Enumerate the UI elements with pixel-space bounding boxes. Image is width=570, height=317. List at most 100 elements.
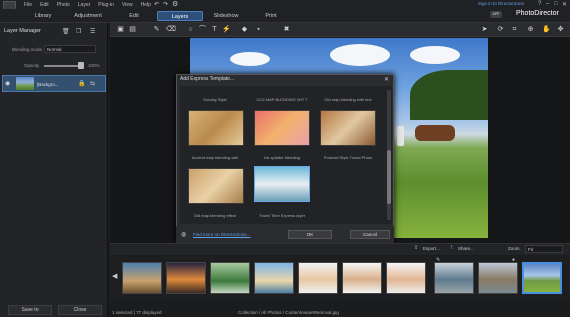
selection-status: 1 selected | 77 displayed	[112, 310, 162, 315]
tab-layers[interactable]: Layers	[157, 11, 203, 21]
template-old-map-text[interactable]	[254, 110, 310, 146]
fill-icon[interactable]: ◆	[240, 26, 249, 34]
template-caption: Old map blending effect	[193, 213, 237, 218]
layer-options-icon[interactable]: ☰	[90, 28, 95, 35]
undo-icon[interactable]: ↶	[154, 1, 159, 8]
ok-button[interactable]: OK	[288, 230, 332, 239]
file-path: Collection / All Photos / ContentAwareRe…	[238, 310, 339, 315]
filmstrip-toolbar	[110, 243, 570, 255]
layer-manager-title: Layer Manager	[4, 28, 41, 34]
template-sunday-style[interactable]	[188, 110, 244, 146]
filmstrip-thumb[interactable]	[210, 262, 250, 294]
blend-link-icon[interactable]: ⇆	[90, 80, 95, 87]
export-button[interactable]: Export...	[423, 246, 440, 251]
template-caption: Ink splatter blending	[264, 155, 300, 160]
layer-toolbar: ▣ ▤ ✎ ⌫ ○ ⌒ T ⚡ ◆ ▪ ✖ ➤ ⟳ ⌗ ⊕ ✋ ✥	[110, 23, 570, 37]
scroll-left-icon[interactable]: ◀	[112, 272, 117, 280]
hand-icon[interactable]: ✋	[542, 26, 551, 34]
dialog-title: Add Express Template...	[180, 76, 235, 82]
horse	[415, 125, 455, 141]
signin-link[interactable]: Sign in to DirectorZone	[478, 1, 524, 6]
brush-icon[interactable]: ✎	[152, 26, 161, 34]
gradient-icon[interactable]: ▪	[254, 26, 263, 34]
select-arrow-icon[interactable]: ➤	[480, 26, 489, 34]
template-polaroid-map[interactable]	[320, 110, 376, 146]
menu-layer[interactable]: Layer	[78, 2, 91, 8]
add-layer-icon[interactable]: ▤	[128, 26, 137, 34]
filmstrip-thumb[interactable]	[166, 262, 206, 294]
layer-name: [Backgro...	[37, 82, 59, 87]
minimize-button[interactable]: –	[546, 1, 549, 7]
cloud	[230, 52, 270, 66]
opacity-label: Opacity	[24, 63, 40, 68]
tab-slideshow[interactable]: Slideshow	[211, 11, 241, 21]
edited-icon: ●	[512, 257, 516, 263]
maximize-button[interactable]: □	[554, 1, 558, 7]
opacity-value: 100%	[88, 63, 100, 68]
text-icon[interactable]: T	[210, 26, 219, 34]
ellipse-icon[interactable]: ○	[186, 26, 195, 34]
help-icon[interactable]: ?	[538, 1, 541, 7]
template-caption: Sunday Style	[203, 97, 227, 102]
person	[397, 126, 404, 146]
settings-icon[interactable]: ⚙	[172, 0, 178, 8]
menu-edit[interactable]: Edit	[40, 2, 49, 8]
directorzone-icon: ◍	[181, 232, 187, 238]
crop-icon[interactable]: ⌗	[510, 26, 519, 34]
template-caption: Ancient map blending with	[191, 155, 239, 160]
menu-view[interactable]: View	[122, 2, 133, 8]
trash-icon[interactable]: 🗑	[62, 28, 70, 35]
filmstrip-thumb-selected[interactable]	[522, 262, 562, 294]
template-ancient-map[interactable]	[188, 168, 244, 204]
blending-mode-select[interactable]: Normal	[44, 45, 96, 53]
tab-adjustment[interactable]: Adjustment	[72, 11, 104, 21]
mode-tabs: Library Adjustment Edit Layers Slideshow…	[0, 9, 570, 23]
duplicate-icon[interactable]: ❐	[76, 28, 81, 35]
lasso-icon[interactable]: ⌒	[198, 26, 207, 34]
cancel-button[interactable]: Cancel	[350, 230, 390, 239]
share-button[interactable]: Share...	[458, 246, 474, 251]
redo-icon[interactable]: ↷	[163, 1, 168, 8]
trees	[410, 70, 488, 120]
filmstrip-thumb[interactable]	[298, 262, 338, 294]
close-window-button[interactable]: ✕	[562, 1, 567, 8]
export-icon: ⇪	[414, 245, 419, 251]
add-photo-icon[interactable]: ▣	[116, 26, 125, 34]
template-caption: Old map blending with text	[324, 97, 372, 102]
close-button[interactable]: Close	[58, 305, 102, 315]
filmstrip-thumb[interactable]	[478, 262, 518, 294]
menu-help[interactable]: Help	[141, 2, 151, 8]
filmstrip-thumb[interactable]	[122, 262, 162, 294]
template-caption: Polaroid Style Travel Photo	[323, 155, 373, 160]
filmstrip-thumb[interactable]	[434, 262, 474, 294]
rotate-icon[interactable]: ⟳	[496, 26, 505, 34]
filmstrip-thumb[interactable]	[342, 262, 382, 294]
menu-plugin[interactable]: Plug-in	[98, 2, 114, 8]
menu-file[interactable]: File	[24, 2, 32, 8]
zoom-select[interactable]: Fit	[525, 245, 563, 253]
zoom-label: Zoom	[508, 246, 520, 251]
tab-print[interactable]: Print	[263, 11, 279, 21]
filmstrip-thumb[interactable]	[386, 262, 426, 294]
lock-icon[interactable]: 🔒	[78, 80, 85, 87]
transform-icon[interactable]: ✖	[282, 26, 291, 34]
template-travel-time[interactable]	[254, 166, 310, 202]
blending-mode-label: Blending mode	[12, 47, 43, 52]
tab-edit[interactable]: Edit	[126, 11, 142, 21]
filmstrip-thumb[interactable]	[254, 262, 294, 294]
visibility-eye-icon[interactable]: ◉	[5, 80, 10, 87]
wand-icon[interactable]: ⚡	[222, 26, 231, 34]
eraser-icon[interactable]: ⌫	[166, 26, 176, 34]
tab-library[interactable]: Library	[30, 11, 56, 21]
edited-icon: ✎	[436, 257, 441, 263]
cloud	[410, 46, 460, 64]
zoom-tool-icon[interactable]: ⊕	[526, 26, 535, 34]
save-to-button[interactable]: Save to	[8, 305, 52, 315]
facebook-icon: f	[451, 245, 453, 251]
dialog-scrollbar-thumb[interactable]	[387, 150, 391, 204]
opacity-slider-handle[interactable]	[78, 62, 84, 69]
menu-photo[interactable]: Photo	[57, 2, 70, 8]
find-more-link[interactable]: Find more on DirectorZone...	[193, 232, 251, 237]
dialog-close-icon[interactable]: ✕	[384, 76, 389, 83]
pan-icon[interactable]: ✥	[556, 26, 565, 34]
